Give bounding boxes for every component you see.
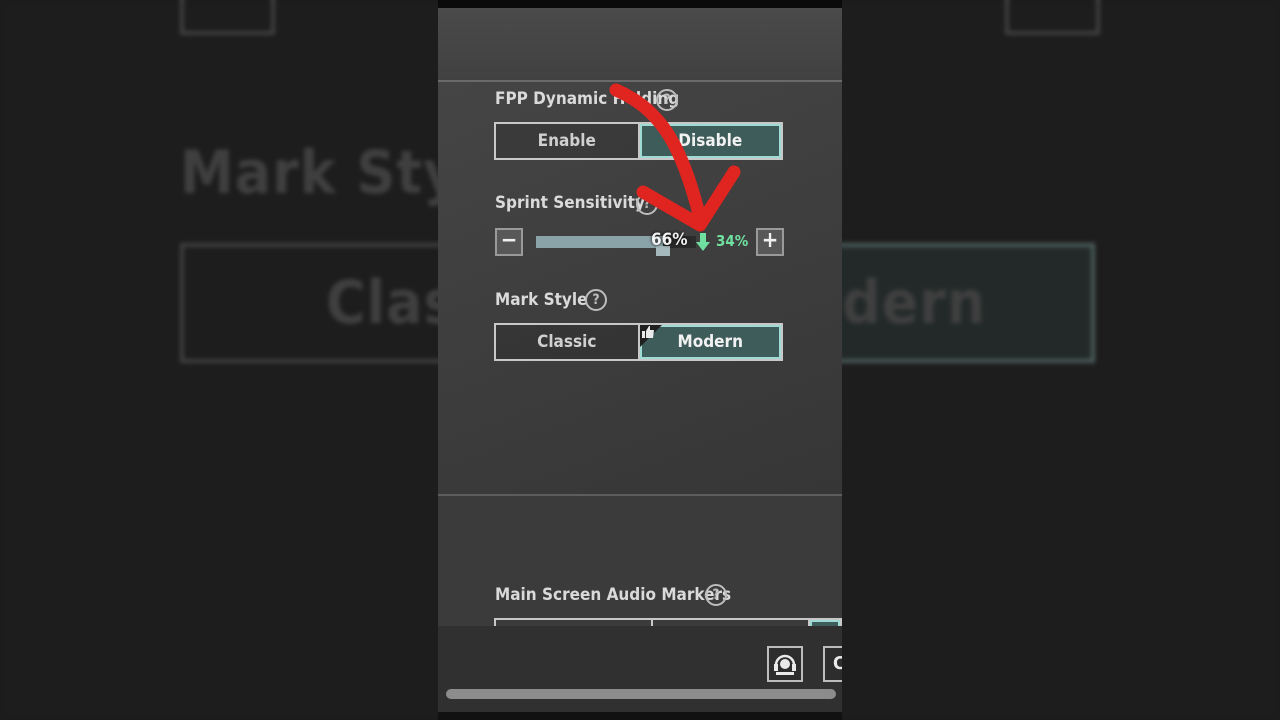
mark-style-modern-label: Modern [677, 332, 744, 352]
main-screen-audio-markers-label: Main Screen Audio Markers [495, 585, 732, 605]
mark-style-label: Mark Style [495, 290, 588, 310]
panel-bottom-edge [438, 712, 842, 720]
question-circle-icon[interactable]: ? [585, 289, 607, 311]
headset-button[interactable] [767, 646, 803, 682]
horizontal-scrollbar[interactable] [446, 689, 836, 699]
mark-style-modern-option[interactable]: Modern [637, 325, 781, 359]
thumbs-up-icon [641, 326, 654, 338]
panel-lower [438, 496, 842, 626]
headset-icon [774, 654, 796, 675]
partial-button[interactable]: C [823, 646, 842, 682]
mark-style-toggle: Classic Modern [494, 323, 783, 361]
mark-style-classic-option[interactable]: Classic [496, 325, 638, 359]
red-arrow-annotation [609, 83, 741, 232]
settings-panel: FPP Dynamic Holding ? Enable Disable Spr… [438, 0, 842, 720]
question-circle-icon[interactable]: ? [705, 584, 727, 606]
